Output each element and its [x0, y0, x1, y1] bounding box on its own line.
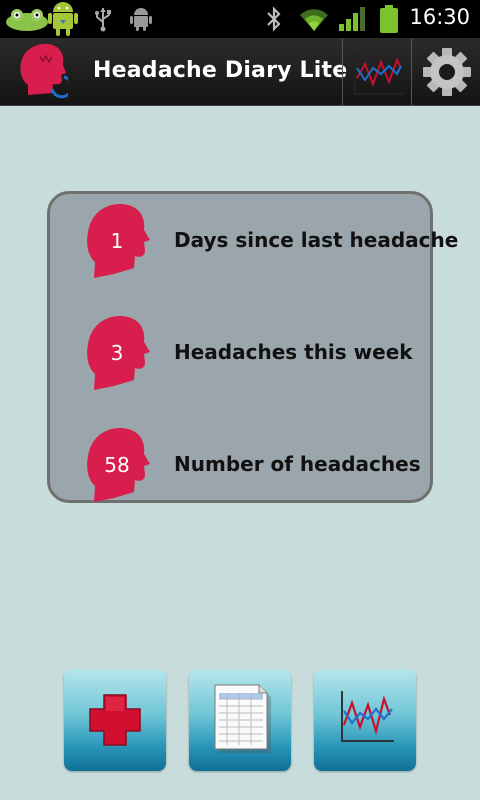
red-cross-icon	[89, 694, 141, 746]
spreadsheet-icon	[214, 684, 271, 753]
action-bar: Headache Diary Lite	[0, 38, 480, 106]
clock: 16:30	[409, 5, 470, 29]
usb-icon	[95, 8, 111, 32]
stat-value: 3	[110, 341, 124, 365]
stat-days-since[interactable]: 1 Days since last headache	[50, 202, 458, 282]
stat-value: 1	[110, 229, 124, 253]
frog-notification-icon	[6, 9, 48, 31]
bluetooth-icon	[267, 6, 281, 32]
chart-icon[interactable]	[343, 38, 411, 106]
line-chart-icon	[341, 691, 394, 742]
gear-icon[interactable]	[412, 38, 480, 106]
stat-label: Headaches this week	[174, 340, 413, 364]
status-bar: 16:30	[0, 0, 480, 38]
add-headache-button[interactable]	[64, 669, 166, 771]
stat-label: Number of headaches	[174, 452, 421, 476]
report-button[interactable]	[189, 669, 291, 771]
stat-label: Days since last headache	[174, 228, 459, 252]
android-debug-icon	[130, 8, 152, 31]
wifi-icon	[300, 9, 328, 32]
head-logo-icon[interactable]	[18, 43, 68, 101]
stat-total[interactable]: 58 Number of headaches	[50, 426, 430, 506]
signal-icon	[339, 7, 365, 31]
app-title: Headache Diary Lite	[93, 58, 348, 83]
stat-value: 58	[104, 453, 130, 477]
chart-button[interactable]	[314, 669, 416, 771]
battery-icon	[380, 5, 398, 33]
stat-this-week[interactable]: 3 Headaches this week	[50, 314, 430, 394]
android-notification-icon	[48, 2, 78, 36]
stats-panel: 1 Days since last headache 3 Headaches t…	[47, 191, 458, 506]
